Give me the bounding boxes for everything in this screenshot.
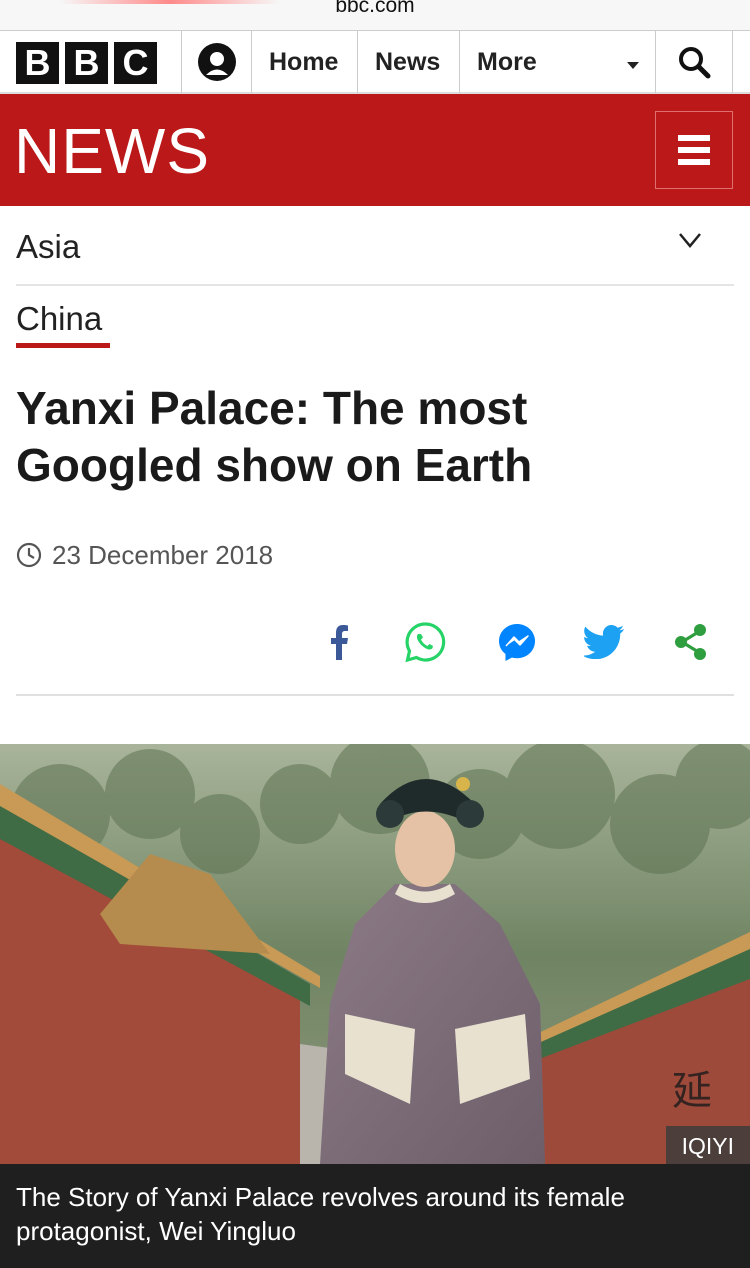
section-divider — [16, 694, 734, 696]
section-nav-asia[interactable]: Asia — [16, 206, 734, 286]
hero-image: 延 — [0, 744, 750, 1164]
browser-url-bar[interactable]: bbc.com — [0, 0, 750, 30]
article-headline: Yanxi Palace: The most Googled show on E… — [16, 382, 533, 491]
svg-text:延: 延 — [672, 1068, 712, 1114]
messenger-share-button[interactable] — [495, 620, 539, 664]
facebook-share-button[interactable] — [317, 620, 361, 664]
nav-news-label: News — [375, 47, 441, 76]
search-button[interactable] — [655, 31, 733, 93]
whatsapp-icon — [405, 622, 446, 663]
breadcrumb-underline — [16, 343, 110, 348]
url-text: bbc.com — [335, 0, 415, 17]
nav-news[interactable]: News — [357, 31, 459, 93]
bbc-logo[interactable]: B B C — [16, 42, 157, 84]
share-bar — [0, 616, 750, 666]
menu-icon-bar — [678, 147, 710, 153]
image-caption: The Story of Yanxi Palace revolves aroun… — [0, 1164, 750, 1268]
news-brand-title[interactable]: NEWS — [14, 114, 210, 188]
article-date: 23 December 2018 — [16, 538, 273, 572]
bbc-logo-block: B — [65, 42, 108, 84]
menu-icon-bar — [678, 135, 710, 141]
user-account-icon — [197, 43, 236, 81]
chevron-down-icon — [679, 233, 701, 248]
menu-icon-bar — [678, 159, 710, 165]
nav-home[interactable]: Home — [251, 31, 357, 93]
twitter-share-button[interactable] — [582, 620, 626, 664]
search-icon — [679, 47, 711, 79]
breadcrumb-china[interactable]: China — [16, 300, 102, 338]
section-label: Asia — [16, 228, 81, 265]
twitter-icon — [584, 625, 624, 659]
hamburger-menu-button[interactable] — [655, 111, 733, 189]
bbc-logo-block: C — [114, 42, 157, 84]
image-credit: IQIYI — [665, 1126, 750, 1164]
bbc-global-nav: B B C Home News More — [0, 30, 750, 94]
news-banner: NEWS — [0, 94, 750, 206]
nav-more-label: More — [477, 47, 537, 76]
nav-home-label: Home — [269, 47, 339, 76]
bbc-logo-block: B — [16, 42, 59, 84]
account-button[interactable] — [181, 31, 251, 93]
share-icon — [675, 624, 706, 660]
article-date-text: 23 December 2018 — [52, 539, 274, 570]
nav-more-dropdown[interactable]: More — [459, 31, 655, 93]
clock-icon — [16, 542, 42, 568]
share-more-button[interactable] — [669, 620, 713, 664]
palace-photo-illustration: 延 — [0, 744, 750, 1164]
caret-down-icon — [627, 62, 639, 69]
facebook-icon — [331, 625, 348, 660]
whatsapp-share-button[interactable] — [403, 620, 447, 664]
messenger-icon — [499, 624, 535, 661]
